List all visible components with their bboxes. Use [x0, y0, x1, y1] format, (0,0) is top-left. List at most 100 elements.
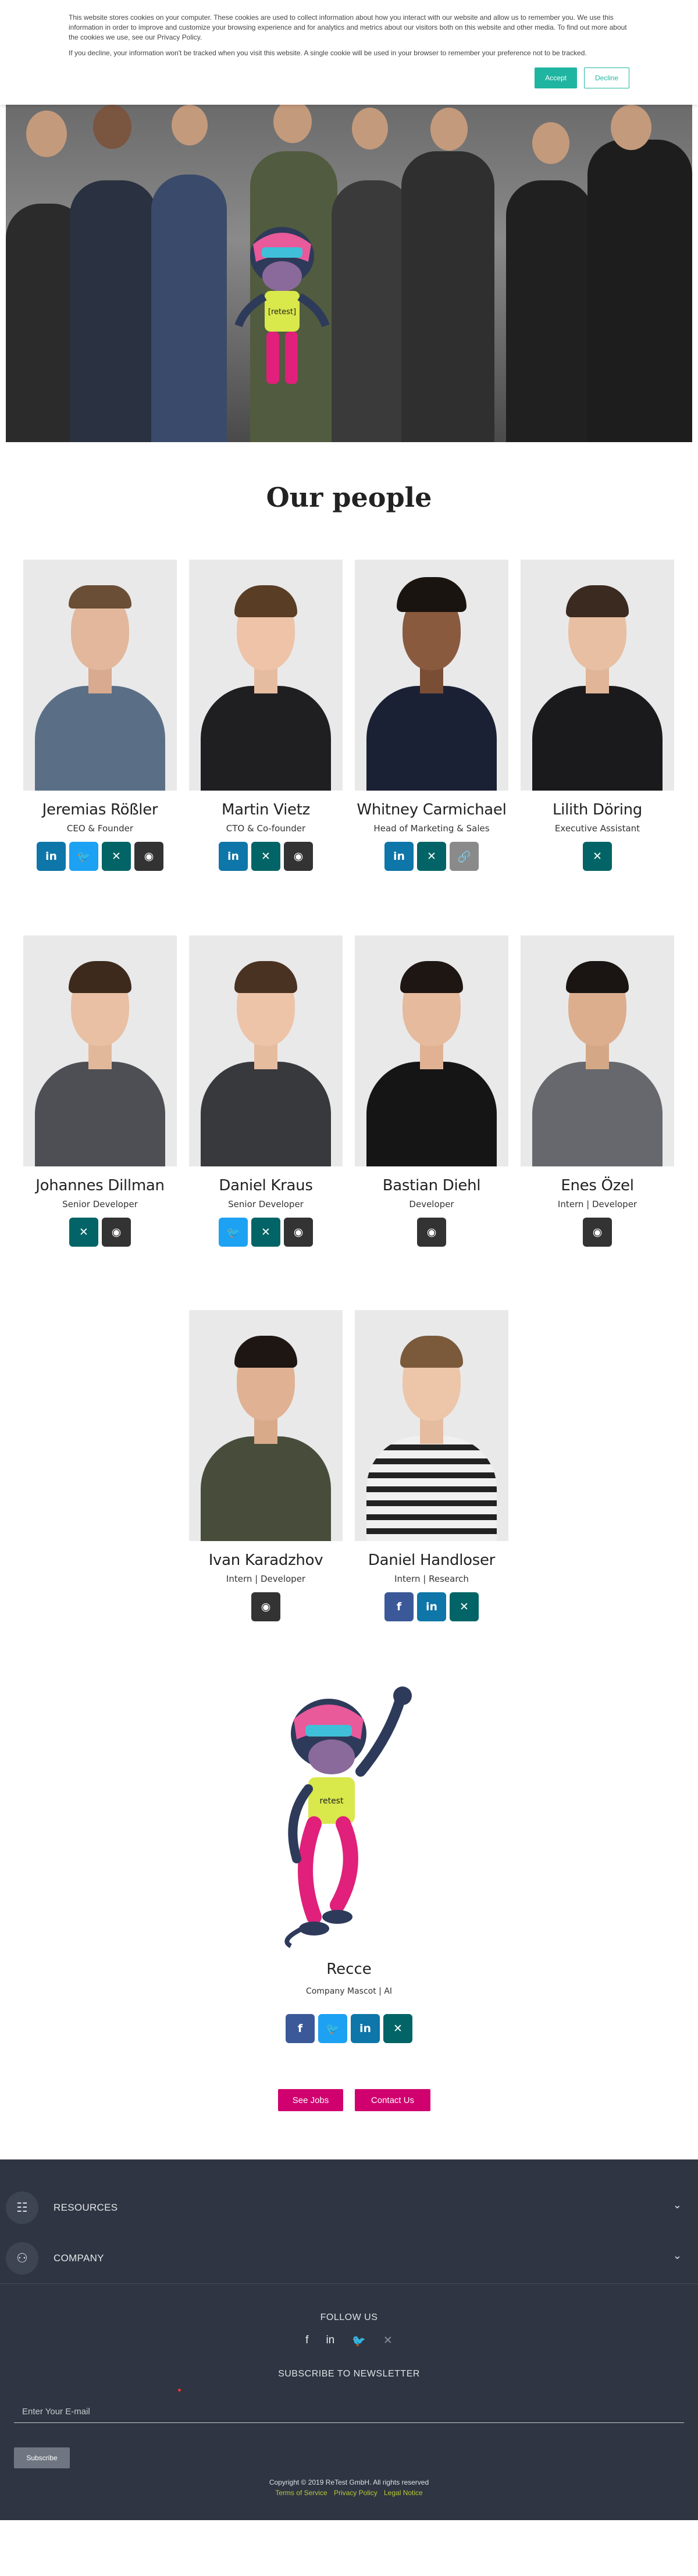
- xing-icon[interactable]: ✕: [450, 1592, 479, 1621]
- linkedin-icon[interactable]: in: [37, 842, 66, 871]
- xing-icon[interactable]: ✕: [583, 842, 612, 871]
- social-links: ◉: [521, 1218, 674, 1247]
- person-name: Jeremias Rößler: [42, 801, 158, 819]
- footer-company-label: COMPANY: [54, 2253, 104, 2264]
- person-role: Intern | Research: [394, 1574, 469, 1584]
- twitter-icon[interactable]: 🐦: [219, 1218, 248, 1247]
- social-links: ◉: [355, 1218, 508, 1247]
- see-jobs-button[interactable]: See Jobs: [278, 2089, 343, 2111]
- people-icon: ⚇: [6, 2242, 38, 2275]
- linkedin-icon[interactable]: in: [351, 2014, 380, 2043]
- person-photo: [189, 1310, 343, 1541]
- github-icon[interactable]: ◉: [102, 1218, 131, 1247]
- person-photo: [521, 935, 674, 1166]
- github-icon[interactable]: ◉: [134, 842, 163, 871]
- newsletter-heading: SUBSCRIBE TO NEWSLETTER: [278, 2369, 420, 2379]
- linkedin-icon[interactable]: in: [219, 842, 248, 871]
- footer-divider: [0, 2283, 698, 2284]
- person-name: Martin Vietz: [222, 801, 310, 819]
- social-links: in ✕ ◉: [189, 842, 343, 871]
- privacy-link[interactable]: Privacy Policy: [334, 2489, 378, 2497]
- follow-us-heading: FOLLOW US: [320, 2312, 378, 2322]
- person-name: Lilith Döring: [552, 801, 643, 819]
- social-links: in ✕ 🔗: [355, 842, 508, 871]
- person-role: Intern | Developer: [226, 1574, 306, 1584]
- footer-company[interactable]: ⚇ COMPANY ⌄: [0, 2233, 698, 2283]
- mascot-shirt-text: [retest]: [268, 308, 296, 316]
- person-role: CEO & Founder: [66, 823, 134, 834]
- facebook-icon[interactable]: f: [305, 2334, 308, 2348]
- cookie-text: This website stores cookies on your comp…: [69, 13, 627, 41]
- social-links: ◉: [189, 1592, 343, 1621]
- person-card: Enes Özel Intern | Developer ◉: [521, 935, 674, 1247]
- cookie-banner: This website stores cookies on your comp…: [0, 0, 698, 105]
- mascot-social-links: f 🐦 in ✕: [0, 2014, 698, 2043]
- legal-notice-link[interactable]: Legal Notice: [384, 2489, 423, 2497]
- team-photo: [retest]: [6, 105, 692, 442]
- required-marker: [178, 2389, 181, 2392]
- twitter-icon[interactable]: 🐦: [69, 842, 98, 871]
- person-card: Johannes Dillman Senior Developer ✕ ◉: [23, 935, 177, 1247]
- book-icon: ☷: [6, 2191, 38, 2224]
- linkedin-icon[interactable]: in: [417, 1592, 446, 1621]
- github-icon[interactable]: ◉: [284, 1218, 313, 1247]
- person-card: Ivan Karadzhov Intern | Developer ◉: [189, 1310, 343, 1621]
- terms-link[interactable]: Terms of Service: [275, 2489, 327, 2497]
- subscribe-button[interactable]: Subscribe: [14, 2447, 70, 2468]
- email-field[interactable]: [14, 2401, 684, 2423]
- xing-icon[interactable]: ✕: [69, 1218, 98, 1247]
- person-name: Ivan Karadzhov: [208, 1552, 323, 1569]
- github-icon[interactable]: ◉: [284, 842, 313, 871]
- decline-button[interactable]: Decline: [583, 67, 629, 88]
- person-photo: [355, 560, 508, 791]
- person-name: Whitney Carmichael: [357, 801, 507, 819]
- github-icon[interactable]: ◉: [417, 1218, 446, 1247]
- social-links: f in ✕: [355, 1592, 508, 1621]
- person-role: Senior Developer: [228, 1199, 304, 1209]
- contact-us-button[interactable]: Contact Us: [355, 2089, 430, 2111]
- link-icon[interactable]: 🔗: [450, 842, 479, 871]
- mascot-name: Recce: [326, 1961, 372, 1978]
- cookie-buttons: Accept Decline: [535, 67, 629, 88]
- person-photo: [23, 560, 177, 791]
- person-name: Daniel Kraus: [219, 1177, 313, 1194]
- person-role: Executive Assistant: [554, 823, 640, 834]
- xing-icon[interactable]: ✕: [383, 2014, 412, 2043]
- social-links: ✕: [521, 842, 674, 871]
- facebook-icon[interactable]: f: [384, 1592, 414, 1621]
- person-card: Martin Vietz CTO & Co-founder in ✕ ◉: [189, 560, 343, 871]
- github-icon[interactable]: ◉: [583, 1218, 612, 1247]
- accept-button[interactable]: Accept: [535, 67, 577, 88]
- cookie-decline-text: If you decline, your information won't b…: [69, 49, 587, 57]
- mascot-image: retest: [284, 1687, 412, 1948]
- chevron-down-icon[interactable]: ⌄: [673, 2250, 682, 2262]
- person-card: Daniel Kraus Senior Developer 🐦 ✕ ◉: [189, 935, 343, 1247]
- twitter-icon[interactable]: 🐦: [352, 2334, 366, 2348]
- person-card: Whitney Carmichael Head of Marketing & S…: [355, 560, 508, 871]
- xing-icon[interactable]: ✕: [251, 1218, 280, 1247]
- xing-icon[interactable]: ✕: [383, 2334, 393, 2348]
- person-photo: [23, 935, 177, 1166]
- chevron-down-icon[interactable]: ⌄: [673, 2199, 682, 2211]
- social-links: in 🐦 ✕ ◉: [23, 842, 177, 871]
- person-name: Enes Özel: [561, 1177, 634, 1194]
- xing-icon[interactable]: ✕: [251, 842, 280, 871]
- xing-icon[interactable]: ✕: [417, 842, 446, 871]
- twitter-icon[interactable]: 🐦: [318, 2014, 347, 2043]
- person-card: Lilith Döring Executive Assistant ✕: [521, 560, 674, 871]
- person-role: Head of Marketing & Sales: [373, 823, 490, 834]
- linkedin-icon[interactable]: in: [384, 842, 414, 871]
- facebook-icon[interactable]: f: [286, 2014, 315, 2043]
- footer-resources-label: RESOURCES: [54, 2202, 118, 2213]
- person-card: Bastian Diehl Developer ◉: [355, 935, 508, 1247]
- mascot-hero-image: [retest]: [234, 227, 330, 384]
- github-icon[interactable]: ◉: [251, 1592, 280, 1621]
- xing-icon[interactable]: ✕: [102, 842, 131, 871]
- person-photo: [355, 935, 508, 1166]
- linkedin-icon[interactable]: in: [326, 2334, 334, 2348]
- person-photo: [521, 560, 674, 791]
- social-links: 🐦 ✕ ◉: [189, 1218, 343, 1247]
- person-name: Daniel Handloser: [368, 1552, 496, 1569]
- person-card: Daniel Handloser Intern | Research f in …: [355, 1310, 508, 1621]
- footer-resources[interactable]: ☷ RESOURCES ⌄: [0, 2183, 698, 2233]
